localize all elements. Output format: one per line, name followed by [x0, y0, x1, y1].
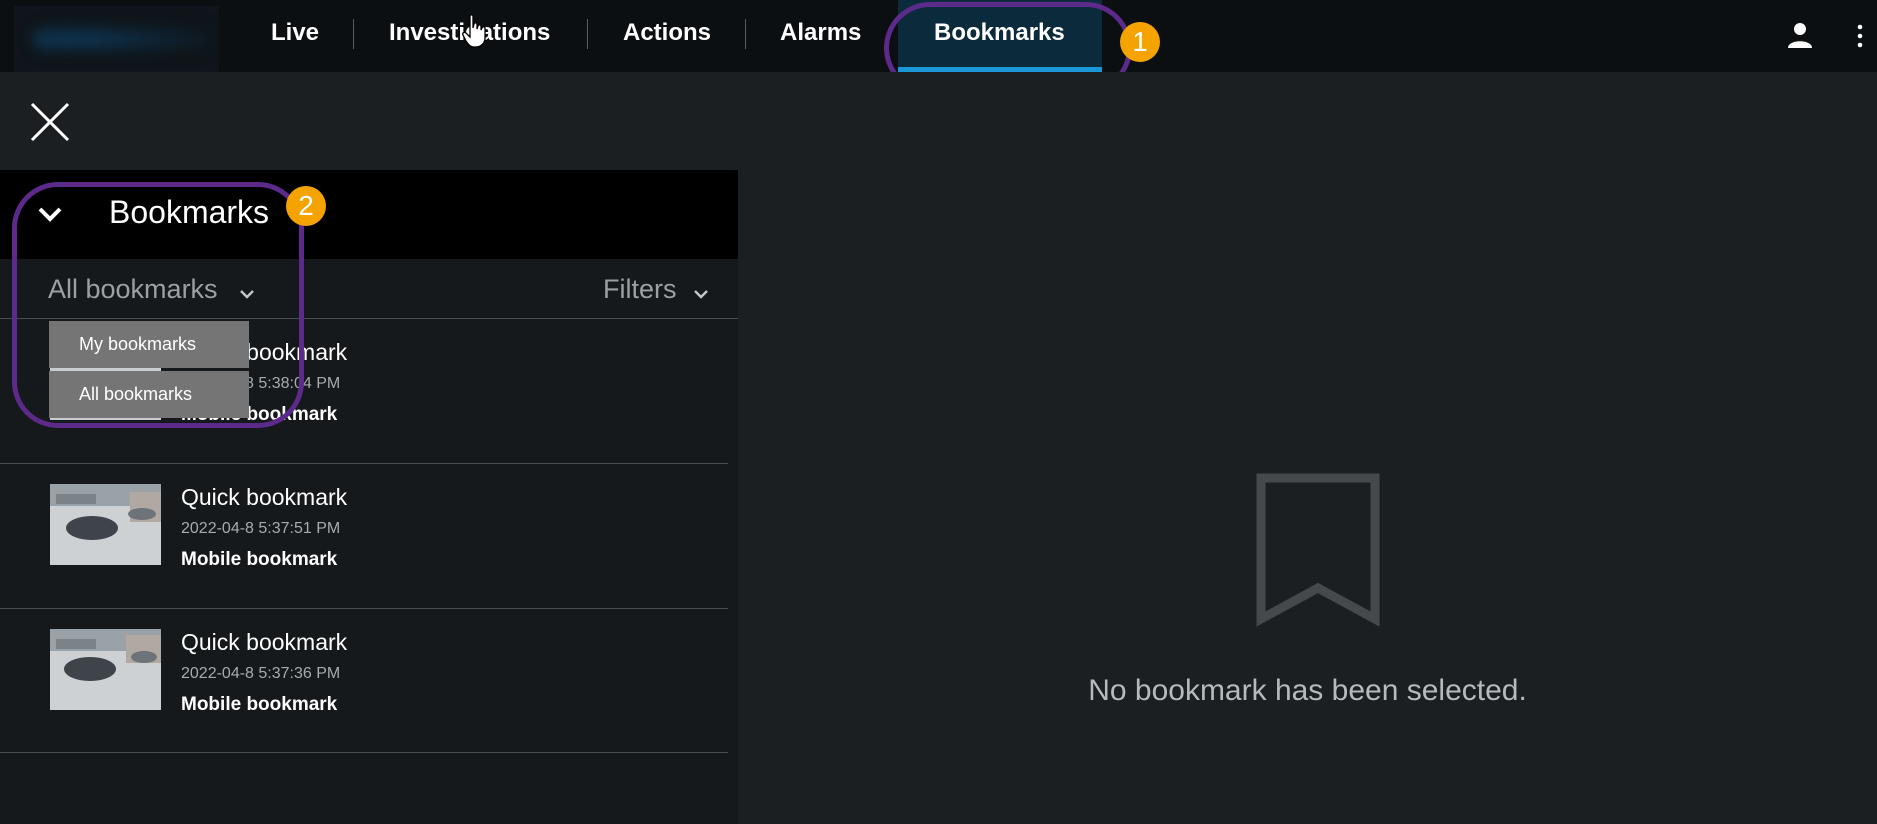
- annotation-badge-1: 1: [1120, 22, 1160, 62]
- bookmark-thumbnail: [50, 629, 161, 710]
- bookmark-date: 2022-04-8 5:37:51 PM: [181, 520, 341, 537]
- nav-separator: [587, 19, 588, 49]
- bookmark-detail-panel: No bookmark has been selected.: [738, 72, 1877, 824]
- annotation-outline-2: [12, 182, 304, 428]
- bookmark-title: Quick bookmark: [181, 629, 348, 655]
- bookmark-date: 2022-04-8 5:37:36 PM: [181, 665, 341, 682]
- nav-tab-live[interactable]: Live: [271, 0, 319, 72]
- bookmark-row[interactable]: Quick bookmark 2022-04-8 5:37:36 PM Mobi…: [0, 609, 728, 753]
- nav-tab-alarms[interactable]: Alarms: [780, 0, 861, 72]
- chevron-down-icon[interactable]: [692, 285, 710, 303]
- filters-dropdown[interactable]: Filters: [603, 274, 677, 305]
- nav-separator: [745, 19, 746, 49]
- app-logo: [14, 6, 219, 72]
- bookmark-thumbnail: [50, 484, 161, 565]
- user-icon[interactable]: [1787, 22, 1813, 48]
- divider: [0, 752, 728, 753]
- close-icon[interactable]: [28, 100, 72, 144]
- nav-tab-actions[interactable]: Actions: [623, 0, 711, 72]
- empty-state-message: No bookmark has been selected.: [1088, 674, 1527, 707]
- bookmark-row[interactable]: Quick bookmark 2022-04-8 5:37:51 PM Mobi…: [0, 464, 728, 608]
- hand-pointer-icon: [462, 14, 486, 48]
- bookmark-subtitle: Mobile bookmark: [181, 549, 338, 570]
- bookmark-icon: [1256, 473, 1380, 627]
- annotation-badge-2: 2: [286, 186, 326, 226]
- nav-separator: [353, 19, 354, 49]
- more-vertical-icon[interactable]: [1854, 22, 1866, 50]
- bookmark-title: Quick bookmark: [181, 484, 348, 510]
- bookmark-subtitle: Mobile bookmark: [181, 694, 338, 715]
